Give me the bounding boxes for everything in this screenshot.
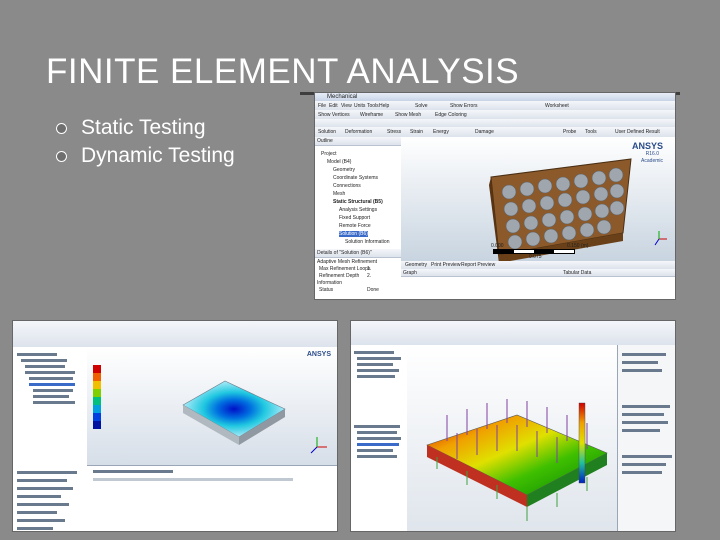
slide-title: FINITE ELEMENT ANALYSIS bbox=[46, 52, 520, 91]
tree-item[interactable]: Geometry bbox=[333, 167, 355, 173]
tree-item[interactable]: Project bbox=[321, 151, 337, 157]
ansys-mechanical-screenshot: Mechanical File Edit View Units Tools He… bbox=[314, 92, 676, 300]
wireframe-button[interactable]: Wireframe bbox=[360, 112, 383, 118]
tree-item[interactable]: Mesh bbox=[333, 191, 345, 197]
user-defined-result-button[interactable]: User Defined Result bbox=[615, 129, 660, 135]
scale-label-left: 0.000 bbox=[491, 243, 504, 249]
tab-print-preview[interactable]: Print Preview bbox=[431, 262, 460, 268]
details-title: Details of "Solution (B6)" bbox=[317, 250, 372, 256]
menu-help[interactable]: Help bbox=[379, 103, 389, 109]
show-mesh-button[interactable]: Show Mesh bbox=[395, 112, 421, 118]
details-panel: Details of "Solution (B6)" Adaptive Mesh… bbox=[315, 249, 402, 299]
tree-item[interactable]: Fixed Support bbox=[339, 215, 370, 221]
window-title: Mechanical bbox=[327, 94, 358, 100]
menu-file[interactable]: File bbox=[318, 103, 326, 109]
details-header: Details of "Solution (B6)" bbox=[315, 249, 401, 258]
scale-label-mid: 0.075 bbox=[529, 254, 542, 260]
worksheet-button[interactable]: Worksheet bbox=[545, 103, 569, 109]
scale-label-right: 0.150 (m) bbox=[567, 243, 589, 249]
menu-units[interactable]: Units bbox=[354, 103, 365, 109]
tabular-data-label: Tabular Data bbox=[563, 270, 592, 276]
graphics-viewport[interactable] bbox=[407, 345, 617, 531]
ansys-deformation-screenshot: ANSYS bbox=[12, 320, 338, 532]
tree-item[interactable]: Connections bbox=[333, 183, 361, 189]
tabular-data-panel: Tabular Data bbox=[561, 269, 675, 299]
graphics-viewport[interactable]: ANSYS R16.0 Academic 0.000 0.075 0.150 (… bbox=[401, 137, 675, 261]
tree-item[interactable]: Coordinate Systems bbox=[333, 175, 378, 181]
details-key: Adaptive Mesh Refinement bbox=[317, 259, 378, 265]
outline-panel: Outline Project Model (B4) Geometry Coor… bbox=[315, 137, 402, 249]
tree-item[interactable]: Solution Information bbox=[345, 239, 389, 245]
damage-menu[interactable]: Damage bbox=[475, 129, 494, 135]
tab-report-preview[interactable]: Report Preview bbox=[461, 262, 495, 268]
property-manager bbox=[617, 345, 675, 531]
tree-item-selected[interactable]: Solution (B6) bbox=[339, 231, 368, 237]
solution-menu[interactable]: Solution bbox=[318, 129, 336, 135]
bullet-item: Dynamic Testing bbox=[56, 142, 235, 170]
outline-panel bbox=[13, 347, 88, 531]
graphics-viewport[interactable]: ANSYS bbox=[87, 347, 337, 465]
deformation-menu[interactable]: Deformation bbox=[345, 129, 372, 135]
bullet-dot-icon bbox=[56, 122, 67, 134]
outline-title: Outline bbox=[317, 138, 333, 144]
bullet-item: Static Testing bbox=[56, 114, 235, 142]
edge-coloring-button[interactable]: Edge Coloring bbox=[435, 112, 467, 118]
details-value: Done bbox=[367, 287, 379, 293]
energy-menu[interactable]: Energy bbox=[433, 129, 449, 135]
graph-label: Graph bbox=[403, 270, 417, 276]
menu-tools[interactable]: Tools bbox=[367, 103, 379, 109]
solidworks-simulation-screenshot bbox=[350, 320, 676, 532]
honeycomb-plate-model bbox=[489, 158, 667, 261]
bullet-text: Dynamic Testing bbox=[81, 144, 235, 167]
probe-menu[interactable]: Probe bbox=[563, 129, 576, 135]
solve-button[interactable]: Solve bbox=[415, 103, 428, 109]
deformation-plot bbox=[93, 365, 327, 454]
tree-item[interactable]: Static Structural (B5) bbox=[333, 199, 383, 205]
tree-item[interactable]: Remote Force bbox=[339, 223, 371, 229]
details-key: Information bbox=[317, 280, 343, 286]
bullet-list: Static Testing Dynamic Testing bbox=[56, 114, 235, 170]
stress-menu[interactable]: Stress bbox=[387, 129, 401, 135]
bullet-text: Static Testing bbox=[81, 116, 206, 139]
graph-panel bbox=[87, 465, 337, 531]
strain-menu[interactable]: Strain bbox=[410, 129, 423, 135]
outline-header: Outline bbox=[315, 137, 401, 146]
tools-menu[interactable]: Tools bbox=[585, 129, 597, 135]
details-key: Refinement Depth bbox=[319, 273, 360, 279]
tab-geometry[interactable]: Geometry bbox=[405, 262, 427, 268]
graph-panel: Graph bbox=[401, 269, 562, 299]
show-errors-button[interactable]: Show Errors bbox=[450, 103, 478, 109]
toolbar-area bbox=[13, 321, 337, 348]
details-key: Status bbox=[319, 287, 334, 293]
command-manager bbox=[351, 321, 675, 346]
details-key: Max Refinement Loops bbox=[319, 266, 371, 272]
details-value[interactable]: 1. bbox=[367, 266, 371, 272]
tree-item[interactable]: Analysis Settings bbox=[339, 207, 377, 213]
feature-tree bbox=[351, 345, 408, 531]
stress-plot-model bbox=[426, 399, 608, 521]
show-vertices-button[interactable]: Show Vertices bbox=[318, 112, 350, 118]
menu-view[interactable]: View bbox=[341, 103, 352, 109]
details-value[interactable]: 2. bbox=[367, 273, 371, 279]
legend-swatch bbox=[93, 365, 101, 373]
tree-item[interactable]: Model (B4) bbox=[327, 159, 351, 165]
bullet-dot-icon bbox=[56, 150, 67, 162]
menu-edit[interactable]: Edit bbox=[329, 103, 338, 109]
